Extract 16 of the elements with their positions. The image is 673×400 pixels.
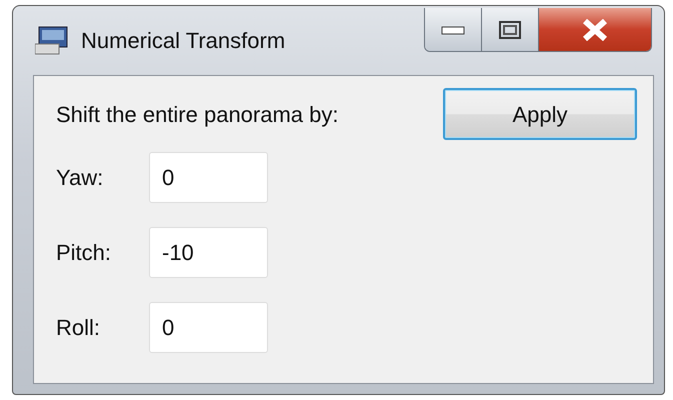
apply-button[interactable]: Apply bbox=[443, 88, 637, 140]
close-icon bbox=[582, 18, 608, 40]
input-field[interactable]: 0 bbox=[149, 152, 268, 203]
maximize-icon bbox=[498, 20, 522, 40]
app-icon bbox=[35, 26, 69, 56]
minimize-button[interactable] bbox=[425, 8, 482, 51]
maximize-button[interactable] bbox=[482, 8, 539, 51]
window-title: Numerical Transform bbox=[81, 27, 286, 55]
close-button[interactable] bbox=[539, 8, 651, 51]
field-label: Roll: bbox=[56, 314, 102, 342]
minimize-icon bbox=[441, 24, 465, 34]
field-label: Yaw: bbox=[56, 164, 104, 192]
instruction-label: Shift the entire panorama by: bbox=[56, 100, 338, 129]
input-field[interactable]: -10 bbox=[149, 227, 268, 278]
field-label: Pitch: bbox=[56, 239, 112, 267]
input-field[interactable]: 0 bbox=[149, 302, 268, 353]
